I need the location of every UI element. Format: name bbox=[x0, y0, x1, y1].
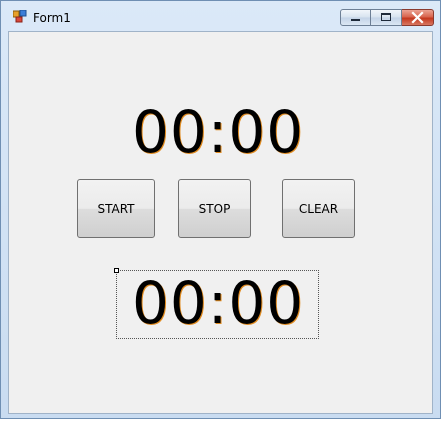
form1-window: Form1 00:00 START STOP CLEAR 00:00 bbox=[0, 0, 441, 419]
form-icon bbox=[13, 10, 27, 23]
timer-label: 00:00 bbox=[132, 98, 305, 166]
minimize-button[interactable] bbox=[340, 9, 371, 26]
start-button[interactable]: START bbox=[77, 179, 155, 238]
clear-button[interactable]: CLEAR bbox=[282, 179, 355, 238]
caption-buttons bbox=[340, 9, 434, 26]
resize-handle[interactable] bbox=[114, 268, 119, 273]
title-bar[interactable]: Form1 bbox=[1, 1, 440, 31]
timer-display: 00:00 bbox=[132, 269, 305, 337]
maximize-icon bbox=[381, 13, 391, 21]
window-title: Form1 bbox=[33, 11, 71, 25]
maximize-button[interactable] bbox=[371, 9, 402, 26]
minimize-icon bbox=[351, 19, 360, 21]
close-button[interactable] bbox=[402, 9, 434, 26]
stop-button[interactable]: STOP bbox=[178, 179, 251, 238]
close-icon bbox=[411, 11, 424, 24]
form-client-area: 00:00 START STOP CLEAR 00:00 bbox=[8, 31, 433, 414]
selected-timer-control[interactable]: 00:00 bbox=[114, 268, 319, 339]
